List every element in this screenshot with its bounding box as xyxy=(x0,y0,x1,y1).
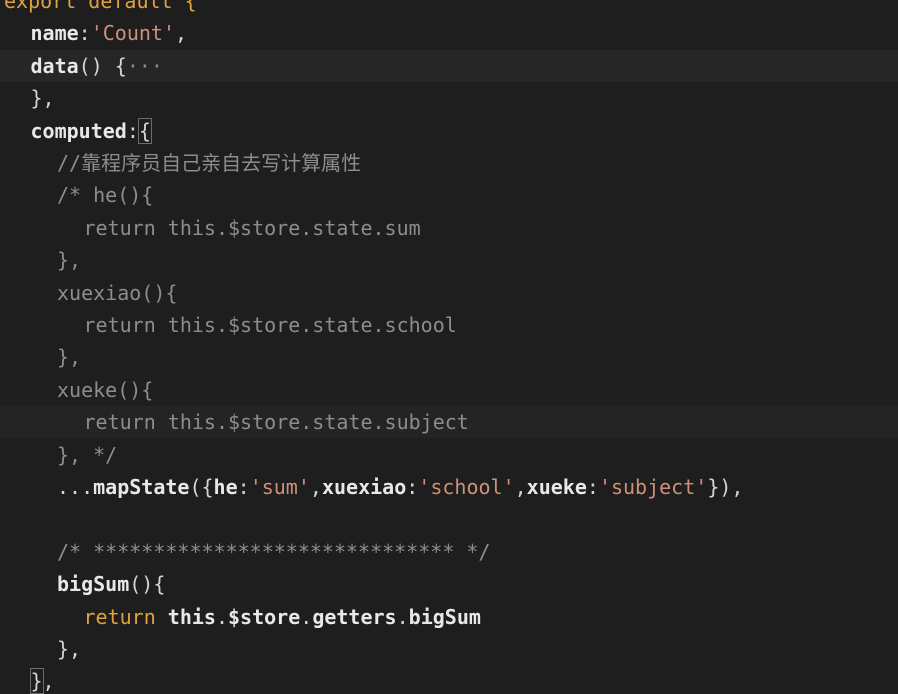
code-token: this xyxy=(167,604,216,629)
code-token: }, xyxy=(30,86,55,111)
code-line[interactable] xyxy=(0,503,898,535)
code-token: computed xyxy=(30,118,127,143)
code-token: return this.$store.state.subject xyxy=(83,410,469,435)
code-token: ({ xyxy=(189,475,214,499)
code-token: } xyxy=(29,668,44,694)
code-token: getters xyxy=(312,604,397,629)
code-token: () { xyxy=(78,53,127,78)
code-token: (){ xyxy=(129,572,166,597)
code-line[interactable]: computed:{ xyxy=(0,115,898,147)
code-token: mapState xyxy=(93,475,190,499)
code-line[interactable]: }, xyxy=(0,665,898,694)
code-token: name xyxy=(30,21,79,46)
code-line[interactable]: xueke(){ xyxy=(0,374,898,406)
code-token: bigSum xyxy=(57,572,130,597)
code-token: }), xyxy=(707,475,744,499)
code-token: /* ****************************** */ xyxy=(57,539,491,564)
code-line[interactable]: data() {··· xyxy=(0,49,898,82)
code-token: , xyxy=(175,21,188,46)
code-token: . xyxy=(396,604,409,629)
code-token: he xyxy=(213,475,238,499)
code-line[interactable]: /* he(){ xyxy=(0,179,898,211)
code-token: }, xyxy=(57,248,82,273)
code-token: : xyxy=(237,475,250,499)
code-editor[interactable]: export default {name:'Count', data() {···… xyxy=(0,0,898,694)
code-token: 'subject' xyxy=(598,475,708,499)
code-line[interactable]: }, xyxy=(0,82,898,114)
code-line[interactable]: xuexiao(){ xyxy=(0,277,898,309)
code-token: , xyxy=(514,475,527,499)
code-line[interactable]: name:'Count', xyxy=(0,17,898,49)
code-token: ... xyxy=(57,475,94,499)
code-line[interactable]: }, xyxy=(0,341,898,373)
code-line[interactable]: /* ****************************** */ xyxy=(0,536,898,568)
code-token: { xyxy=(137,117,152,144)
code-token: xueke(){ xyxy=(57,377,154,402)
code-token: bigSum xyxy=(408,604,481,629)
code-line[interactable]: ...mapState({he:'sum',xuexiao:'school',x… xyxy=(0,471,898,503)
code-token: xuexiao xyxy=(321,475,407,499)
code-token: , xyxy=(309,475,322,499)
code-line[interactable]: return this.$store.state.subject xyxy=(0,406,898,439)
code-line[interactable]: return this.$store.getters.bigSum xyxy=(0,601,898,633)
code-token: return this.$store.state.sum xyxy=(83,215,421,240)
code-line[interactable]: return this.$store.state.school xyxy=(0,309,898,341)
code-token: /* he(){ xyxy=(57,183,154,208)
code-line[interactable]: return this.$store.state.sum xyxy=(0,212,898,244)
code-token: data xyxy=(30,53,79,78)
code-line[interactable]: }, xyxy=(0,244,898,276)
code-token: }, */ xyxy=(57,442,118,467)
code-token: export default { xyxy=(4,0,197,13)
code-token: //靠程序员自己亲自去写计算属性 xyxy=(57,151,362,175)
code-token: . xyxy=(215,604,229,629)
code-line[interactable]: }, xyxy=(0,633,898,665)
code-line[interactable]: //靠程序员自己亲自去写计算属性 xyxy=(0,147,898,179)
code-token: 'Count' xyxy=(90,21,176,46)
code-token: , xyxy=(42,669,55,694)
code-token: . xyxy=(300,604,313,629)
code-token: : xyxy=(126,118,139,143)
code-token: xuexiao(){ xyxy=(57,280,178,305)
code-token: : xyxy=(586,475,599,499)
code-token: : xyxy=(406,475,419,499)
code-line[interactable]: bigSum(){ xyxy=(0,568,898,600)
code-token: 'school' xyxy=(418,475,515,499)
folded-region-ellipsis[interactable]: ··· xyxy=(127,54,163,78)
code-token: 'sum' xyxy=(249,475,310,499)
code-token: }, xyxy=(57,637,82,661)
code-line[interactable]: export default { xyxy=(0,0,898,17)
code-token: : xyxy=(78,21,91,46)
code-token: }, xyxy=(57,345,82,370)
code-line[interactable]: }, */ xyxy=(0,439,898,471)
code-token: return xyxy=(83,604,156,629)
code-token: $store xyxy=(228,604,301,629)
code-token: xueke xyxy=(526,475,587,499)
code-token: return this.$store.state.school xyxy=(83,313,457,337)
